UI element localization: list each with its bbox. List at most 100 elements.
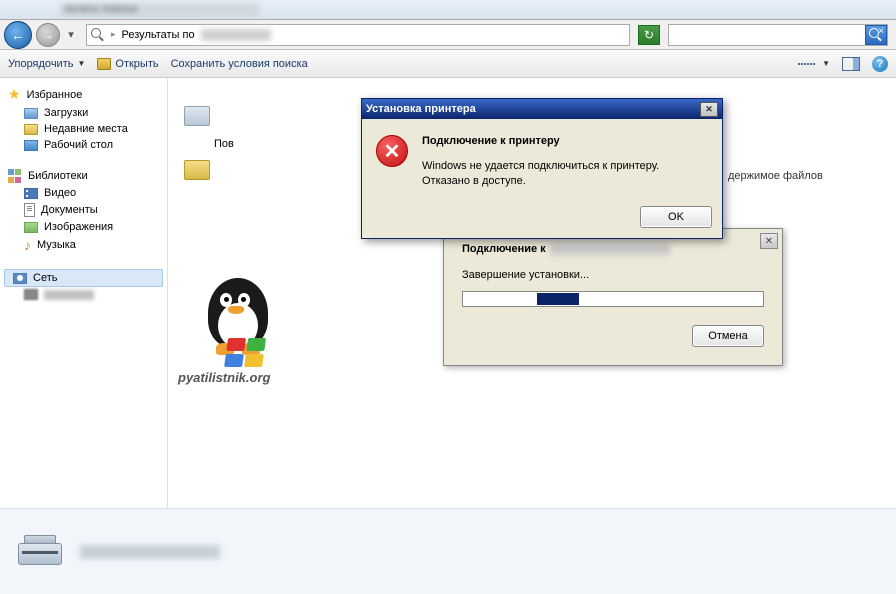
error-icon: ✕ [376,135,408,167]
sidebar-item-computer-blurred[interactable] [0,287,167,302]
target-name-blurred [550,243,670,255]
watermark-text: pyatilistnik.org [178,370,270,385]
navigation-bar: ← → ▾ ▸ Результаты по ↻ ⠀⠀⠀⠀ × [0,20,896,50]
downloads-icon [24,108,38,119]
cancel-label: Отмена [708,330,747,342]
close-button[interactable]: ✕ [700,102,718,117]
navigation-pane: ★ Избранное Загрузки Недавние места Рабо… [0,78,168,508]
chevron-down-icon: ▼ [822,59,830,68]
libraries-header[interactable]: Библиотеки [0,167,167,185]
command-toolbar: Упорядочить ▼ Открыть Сохранить условия … [0,50,896,78]
result-item-share[interactable] [184,160,210,180]
search-box[interactable]: ⠀⠀⠀⠀ × [668,24,888,46]
result-prefix: Пов [214,138,234,150]
progress-title-line: Подключение к [462,243,764,255]
nav-history-dropdown[interactable]: ▾ [64,22,78,48]
sidebar-item-label: Изображения [44,221,113,233]
watermark-logo: pyatilistnik.org [178,278,298,398]
sidebar-item-label: Рабочий стол [44,139,113,151]
libraries-group: Библиотеки Видео Документы Изображения ♪… [0,167,167,255]
sidebar-item-desktop[interactable]: Рабочий стол [0,137,167,153]
star-icon: ★ [8,86,21,103]
help-button[interactable]: ? [872,56,888,72]
close-icon: × [878,26,884,37]
sidebar-item-pictures[interactable]: Изображения [0,219,167,235]
view-icon [796,55,818,73]
ok-button[interactable]: OK [640,206,712,228]
sidebar-item-documents[interactable]: Документы [0,201,167,219]
printer-icon [14,533,66,571]
error-dialog-titlebar[interactable]: Установка принтера ✕ [362,99,722,119]
video-icon [24,188,38,199]
sidebar-item-label: Музыка [37,239,76,251]
ok-label: OK [668,211,684,223]
libraries-icon [8,169,22,183]
address-blurred [201,29,271,41]
chevron-right-icon: ▸ [111,29,116,40]
search-icon [91,28,105,42]
pictures-icon [24,222,38,233]
save-search-label: Сохранить условия поиска [171,58,308,70]
open-button[interactable]: Открыть [97,58,158,70]
favorites-group: ★ Избранное Загрузки Недавние места Рабо… [0,84,167,153]
error-heading: Подключение к принтеру [422,135,708,147]
sidebar-item-label: Документы [41,204,98,216]
connecting-to-label: Подключение к [462,243,546,255]
details-name-blurred [80,545,220,559]
network-label: Сеть [33,272,57,284]
printer-icon [184,106,210,126]
content-area: Пов держимое файлов pyatilistnik.org ✕ П… [168,78,896,508]
open-label: Открыть [115,58,158,70]
progress-bar [462,291,764,307]
preview-pane-icon [842,57,860,71]
sidebar-item-recent[interactable]: Недавние места [0,121,167,137]
document-icon [24,203,35,217]
main-area: ★ Избранное Загрузки Недавние места Рабо… [0,78,896,508]
folder-open-icon [97,58,111,70]
sidebar-item-videos[interactable]: Видео [0,185,167,201]
progress-marquee-chunk [537,293,579,305]
save-search-button[interactable]: Сохранить условия поиска [171,58,308,70]
search-value-blurred: ⠀⠀⠀⠀ [673,28,705,41]
sidebar-item-music[interactable]: ♪ Музыка [0,235,167,255]
refresh-button[interactable]: ↻ [638,25,660,45]
close-button[interactable]: ✕ [760,233,778,249]
help-icon: ? [872,56,888,72]
progress-dialog: ✕ Подключение к Завершение установки... … [443,228,783,366]
view-options-button[interactable]: ▼ [796,55,830,73]
favorites-header[interactable]: ★ Избранное [0,84,167,105]
sidebar-item-network[interactable]: Сеть [4,269,163,287]
search-clear-button[interactable]: × [865,25,887,45]
sidebar-item-label: Загрузки [44,107,88,119]
sidebar-item-label: Видео [44,187,76,199]
error-message-line2: Отказано в доступе. [422,174,708,189]
error-message-line1: Windows не удается подключиться к принте… [422,159,708,174]
organize-label: Упорядочить [8,58,73,70]
content-hint-text: держимое файлов [728,170,823,182]
address-bar[interactable]: ▸ Результаты по [86,24,630,46]
error-dialog-title: Установка принтера [366,103,476,115]
result-row-label: Пов [214,138,234,150]
back-button[interactable]: ← [4,21,32,49]
favorites-label: Избранное [27,89,83,101]
cancel-button[interactable]: Отмена [692,325,764,347]
computer-icon [24,289,38,300]
chevron-down-icon: ▼ [77,59,85,68]
sidebar-item-downloads[interactable]: Загрузки [0,105,167,121]
preview-pane-button[interactable] [842,57,860,71]
desktop-icon [24,140,38,151]
error-dialog: Установка принтера ✕ ✕ Подключение к при… [361,98,723,239]
result-item-printer[interactable] [184,106,210,126]
window-titlebar: льтаты поиска [0,0,896,20]
organize-menu[interactable]: Упорядочить ▼ [8,58,85,70]
network-group: Сеть [0,269,167,302]
sidebar-item-label-blurred [44,290,94,300]
recent-icon [24,124,38,135]
progress-status: Завершение установки... [462,269,764,281]
window-title-fragment: льтаты поиска [60,3,260,17]
libraries-label: Библиотеки [28,170,88,182]
folder-share-icon [184,160,210,180]
forward-button[interactable]: → [36,23,60,47]
details-pane [0,508,896,594]
address-text: Результаты по [122,29,195,41]
